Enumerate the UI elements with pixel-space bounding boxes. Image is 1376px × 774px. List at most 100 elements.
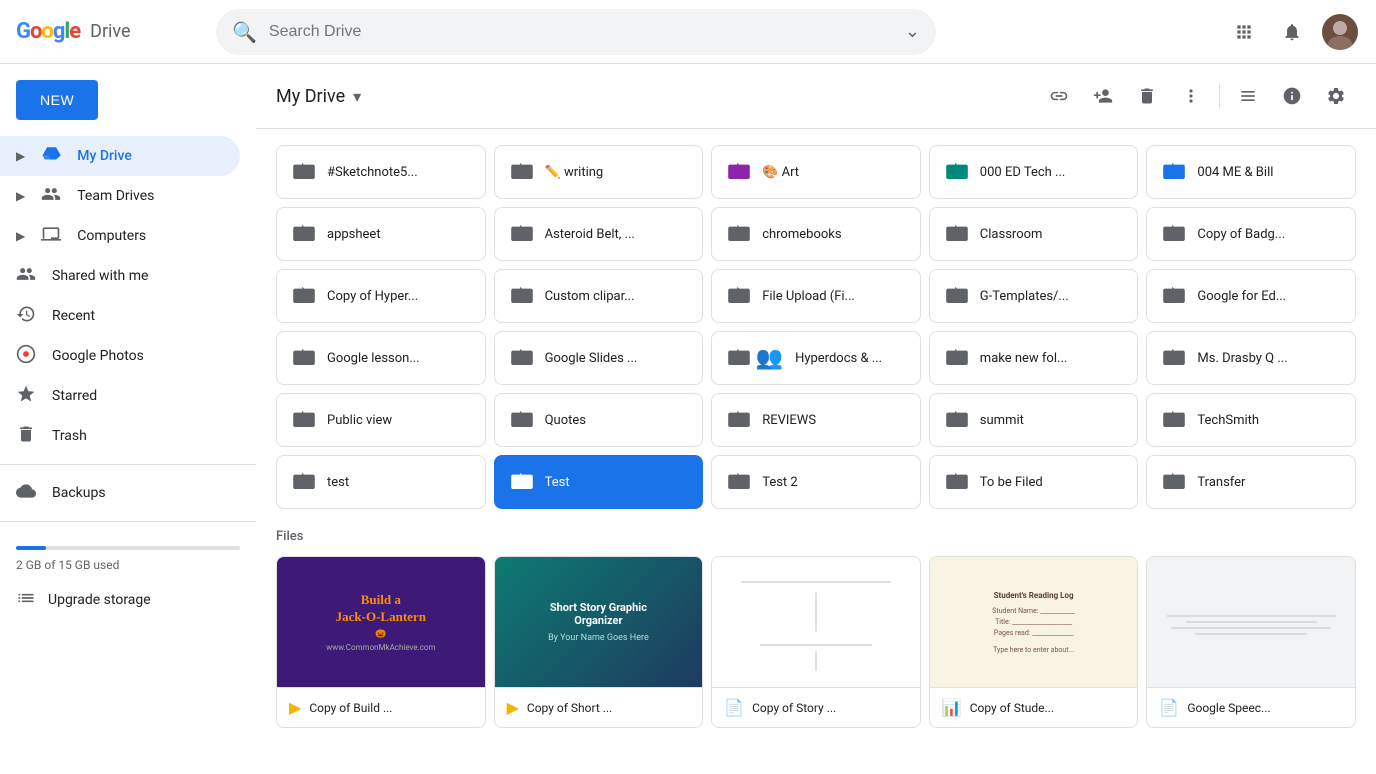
file-card[interactable]: 📄 Google Speec...: [1146, 556, 1356, 728]
folder-item[interactable]: 🎨 Art: [711, 145, 921, 199]
file-footer: 📊 Copy of Stude...: [930, 687, 1138, 727]
folder-item[interactable]: Public view: [276, 393, 486, 447]
delete-action[interactable]: [1127, 76, 1167, 116]
folder-item[interactable]: Google lesson...: [276, 331, 486, 385]
folder-item[interactable]: G-Templates/...: [929, 269, 1139, 323]
folder-item[interactable]: 004 ME & Bill: [1146, 145, 1356, 199]
sidebar-item-trash[interactable]: Trash: [0, 416, 240, 456]
folder-icon: [293, 346, 315, 371]
starred-icon: [16, 384, 36, 409]
folder-item[interactable]: Test 2: [711, 455, 921, 509]
folder-item[interactable]: 👥 Hyperdocs & ...: [711, 331, 921, 385]
notifications-icon[interactable]: [1272, 12, 1312, 52]
file-card[interactable]: Student's Reading Log Student Name: ____…: [929, 556, 1139, 728]
folder-item-test-selected[interactable]: Test: [494, 455, 704, 509]
settings-action[interactable]: [1316, 76, 1356, 116]
folder-item[interactable]: test: [276, 455, 486, 509]
folder-item[interactable]: Classroom: [929, 207, 1139, 261]
file-card[interactable]: Short Story GraphicOrganizer By Your Nam…: [494, 556, 704, 728]
folder-name: 004 ME & Bill: [1197, 165, 1339, 180]
folder-icon: 👥: [728, 346, 783, 371]
file-name: Copy of Short ...: [527, 701, 690, 715]
file-name: Google Speec...: [1187, 701, 1343, 715]
folder-icon: [946, 284, 968, 309]
search-dropdown-icon[interactable]: ⌄: [905, 21, 920, 42]
folder-item[interactable]: Copy of Hyper...: [276, 269, 486, 323]
cloud-icon: [16, 481, 36, 506]
files-grid: Build aJack-O-Lantern 🎃 www.CommonMkAchi…: [276, 556, 1356, 728]
folder-name: Custom clipar...: [545, 289, 687, 304]
more-vert-action[interactable]: [1171, 76, 1211, 116]
folder-icon: [293, 470, 315, 495]
folder-item[interactable]: Google Slides ...: [494, 331, 704, 385]
folder-item[interactable]: Transfer: [1146, 455, 1356, 509]
folders-grid: #Sketchnote5... ✏️ writing 🎨 Art: [276, 145, 1356, 509]
folder-icon: [1163, 222, 1185, 247]
folder-item[interactable]: TechSmith: [1146, 393, 1356, 447]
folder-item[interactable]: ✏️ writing: [494, 145, 704, 199]
photos-icon: [16, 344, 36, 369]
folder-name: summit: [980, 413, 1122, 428]
account-icon[interactable]: [1320, 12, 1360, 52]
folder-icon: [946, 222, 968, 247]
folder-item[interactable]: Quotes: [494, 393, 704, 447]
file-preview-worksheet: [712, 557, 920, 687]
new-button[interactable]: NEW: [16, 80, 98, 120]
content-toolbar: My Drive ▾: [256, 64, 1376, 129]
sidebar-item-team-drives[interactable]: ▶ Team Drives: [0, 176, 240, 216]
apps-icon[interactable]: [1224, 12, 1264, 52]
folder-item[interactable]: 000 ED Tech ...: [929, 145, 1139, 199]
folder-item[interactable]: Copy of Badg...: [1146, 207, 1356, 261]
sidebar-item-starred[interactable]: Starred: [0, 376, 240, 416]
file-preview-halloween: Build aJack-O-Lantern 🎃 www.CommonMkAchi…: [277, 557, 485, 687]
folder-item[interactable]: Ms. Drasby Q ...: [1146, 331, 1356, 385]
folder-item[interactable]: make new fol...: [929, 331, 1139, 385]
sidebar-item-photos[interactable]: Google Photos: [0, 336, 240, 376]
topbar-right: [1224, 12, 1360, 52]
info-action[interactable]: [1272, 76, 1312, 116]
folder-item[interactable]: REVIEWS: [711, 393, 921, 447]
upgrade-storage-button[interactable]: Upgrade storage: [0, 580, 256, 620]
folder-name: Asteroid Belt, ...: [545, 227, 687, 242]
folder-item[interactable]: Google for Ed...: [1146, 269, 1356, 323]
folder-item[interactable]: chromebooks: [711, 207, 921, 261]
folder-item[interactable]: Custom clipar...: [494, 269, 704, 323]
folder-item[interactable]: To be Filed: [929, 455, 1139, 509]
folder-name-selected: Test: [545, 475, 687, 490]
folder-item[interactable]: File Upload (Fi...: [711, 269, 921, 323]
sidebar-item-my-drive[interactable]: ▶ My Drive: [0, 136, 240, 176]
breadcrumb-chevron[interactable]: ▾: [353, 87, 361, 106]
folder-item[interactable]: summit: [929, 393, 1139, 447]
link-action[interactable]: [1039, 76, 1079, 116]
add-person-action[interactable]: [1083, 76, 1123, 116]
drive-icon: [41, 144, 61, 169]
folder-item[interactable]: #Sketchnote5...: [276, 145, 486, 199]
sidebar-item-shared[interactable]: Shared with me: [0, 256, 240, 296]
logo-area: Google Drive: [16, 19, 216, 44]
folder-icon: [728, 408, 750, 433]
folder-icon: [293, 222, 315, 247]
file-card[interactable]: Build aJack-O-Lantern 🎃 www.CommonMkAchi…: [276, 556, 486, 728]
sidebar-item-label: Backups: [52, 485, 106, 501]
file-card[interactable]: 📄 Copy of Story ...: [711, 556, 921, 728]
sidebar-item-label: Team Drives: [77, 188, 154, 204]
folder-name: Transfer: [1197, 475, 1339, 490]
avatar[interactable]: [1322, 14, 1358, 50]
sidebar-item-computers[interactable]: ▶ Computers: [0, 216, 240, 256]
sidebar-item-recent[interactable]: Recent: [0, 296, 240, 336]
folder-item[interactable]: appsheet: [276, 207, 486, 261]
computers-expand-icon: ▶: [16, 229, 25, 243]
shared-icon: [16, 264, 36, 289]
folder-icon: [293, 284, 315, 309]
storage-label: 2 GB of 15 GB used: [16, 558, 119, 572]
file-footer: 📄 Google Speec...: [1147, 687, 1355, 727]
folder-icon: [511, 222, 533, 247]
folder-item[interactable]: Asteroid Belt, ...: [494, 207, 704, 261]
team-drives-icon: [41, 184, 61, 209]
folder-icon: [511, 284, 533, 309]
toolbar-actions: [1039, 76, 1356, 116]
file-footer: 📄 Copy of Story ...: [712, 687, 920, 727]
list-view-action[interactable]: [1228, 76, 1268, 116]
search-input[interactable]: [269, 23, 893, 41]
sidebar-item-backups[interactable]: Backups: [0, 473, 240, 513]
